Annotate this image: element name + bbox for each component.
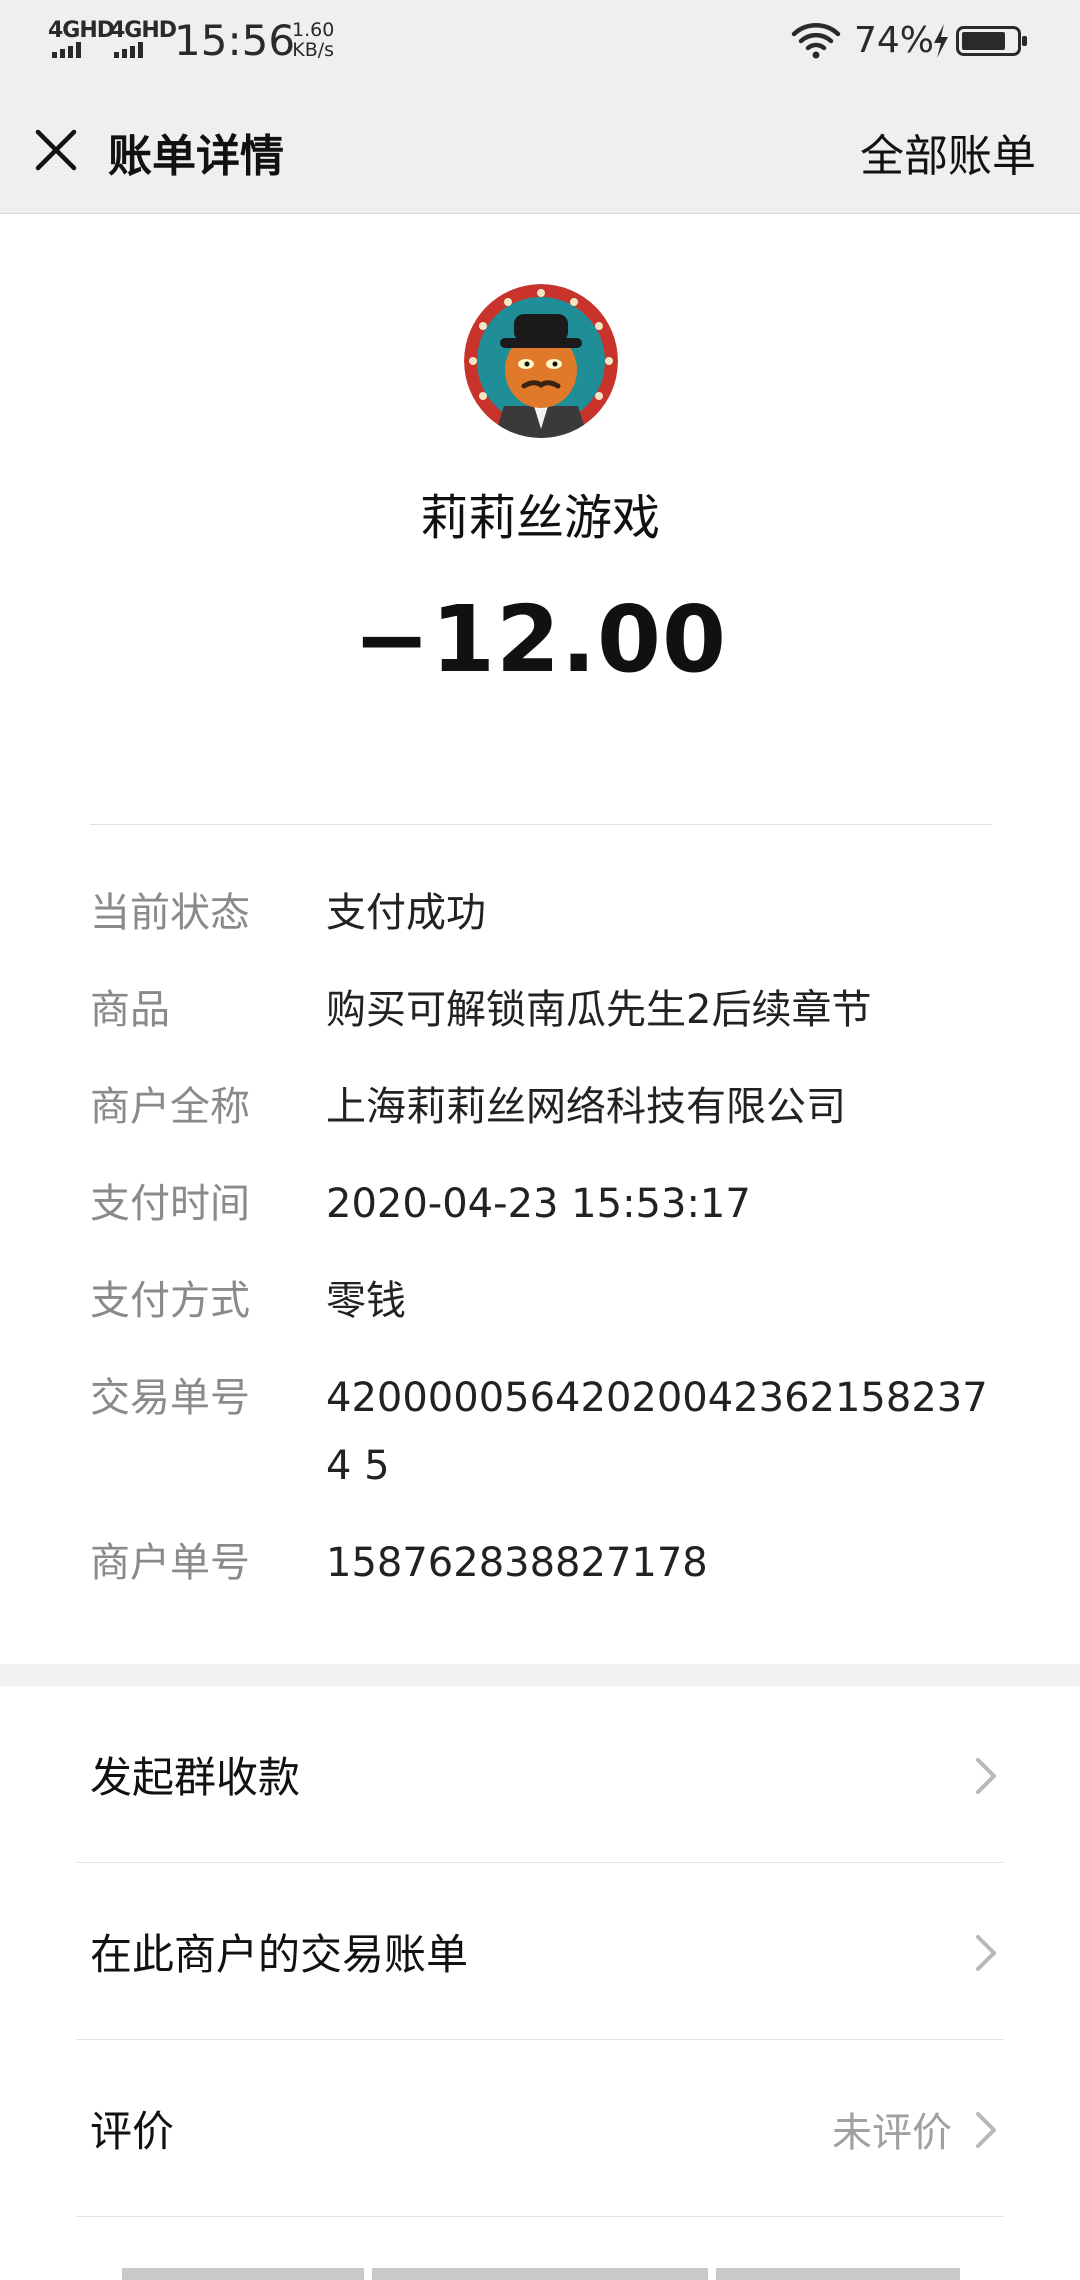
merchant-name: 莉莉丝游戏 — [419, 490, 660, 546]
nav-bar: 账单详情 全部账单 — [0, 86, 1080, 214]
detail-label: 当前状态 — [90, 890, 250, 936]
network-speed-unit: KB/s — [292, 39, 335, 61]
detail-row-status: 当前状态 支付成功 — [90, 886, 1000, 947]
page-title: 账单详情 — [108, 131, 284, 182]
detail-label: 支付方式 — [90, 1278, 250, 1324]
action-label: 发起群收款 — [90, 1753, 301, 1802]
detail-row-method: 支付方式 零钱 — [90, 1274, 1000, 1335]
action-label: 评价 — [90, 2107, 175, 2156]
detail-label: 商户全称 — [90, 1084, 250, 1130]
detail-row-time: 支付时间 2020-04-23 15:53:17 — [90, 1177, 1000, 1238]
clock: 15:56 — [174, 16, 296, 65]
detail-value: 上海莉莉丝网络科技有限公司 — [326, 1084, 846, 1130]
detail-value: 零钱 — [326, 1278, 406, 1324]
bill-details: 当前状态 支付成功 商品 购买可解锁南瓜先生2后续章节 商户全称 上海莉莉丝网络… — [90, 886, 1000, 1633]
merchant-avatar — [464, 284, 618, 438]
detail-row-transaction-id: 交易单号 420000056420200423621582374 5 — [90, 1371, 1000, 1500]
review-status: 未评价 — [832, 2110, 952, 2156]
detail-label: 交易单号 — [90, 1375, 250, 1421]
detail-label: 商品 — [90, 987, 170, 1033]
group-collect-item[interactable]: 发起群收款 — [0, 1686, 1080, 1863]
action-list: 发起群收款 在此商户的交易账单 评价 未评价 — [0, 1686, 1080, 2217]
merchant-bills-item[interactable]: 在此商户的交易账单 — [0, 1863, 1080, 2040]
detail-value: 购买可解锁南瓜先生2后续章节 — [326, 987, 872, 1033]
review-item[interactable]: 评价 未评价 — [0, 2040, 1080, 2217]
network-type-2: 4GHD — [110, 18, 177, 43]
action-label: 在此商户的交易账单 — [90, 1930, 469, 1979]
detail-label: 支付时间 — [90, 1181, 250, 1227]
bottom-edge-strip — [122, 2268, 364, 2280]
chevron-right-icon — [976, 1935, 996, 1971]
section-separator — [0, 1664, 1080, 1686]
close-icon[interactable] — [28, 122, 84, 178]
network-speed: 1.60 KB/s — [292, 20, 334, 60]
detail-row-merchant-order-id: 商户单号 158762838827178 — [90, 1536, 1000, 1597]
network-speed-value: 1.60 — [292, 19, 335, 41]
network-type-1: 4GHD — [48, 18, 115, 43]
detail-value: 420000056420200423621582374 5 — [326, 1375, 988, 1489]
detail-row-merchant: 商户全称 上海莉莉丝网络科技有限公司 — [90, 1080, 1000, 1141]
battery-icon — [956, 26, 1027, 56]
detail-value: 2020-04-23 15:53:17 — [326, 1181, 751, 1227]
divider — [90, 824, 992, 825]
signal-icon — [52, 42, 81, 58]
detail-row-product: 商品 购买可解锁南瓜先生2后续章节 — [90, 983, 1000, 1044]
chevron-right-icon — [976, 2112, 996, 2148]
chevron-right-icon — [976, 1758, 996, 1794]
all-bills-link[interactable]: 全部账单 — [860, 120, 1036, 184]
status-bar: 4GHD 4GHD 15:56 1.60 KB/s 74% — [0, 0, 1080, 86]
divider — [76, 2216, 1004, 2217]
battery-percent: 74% — [854, 20, 935, 61]
signal-icon — [114, 42, 143, 58]
detail-label: 商户单号 — [90, 1540, 250, 1586]
charging-bolt-icon — [934, 24, 948, 58]
wifi-icon — [791, 23, 841, 59]
detail-value: 158762838827178 — [326, 1540, 708, 1586]
bottom-edge-strip — [716, 2268, 960, 2280]
detail-value: 支付成功 — [326, 890, 486, 936]
bottom-edge-strip — [372, 2268, 708, 2280]
payment-amount: −12.00 — [352, 586, 728, 693]
